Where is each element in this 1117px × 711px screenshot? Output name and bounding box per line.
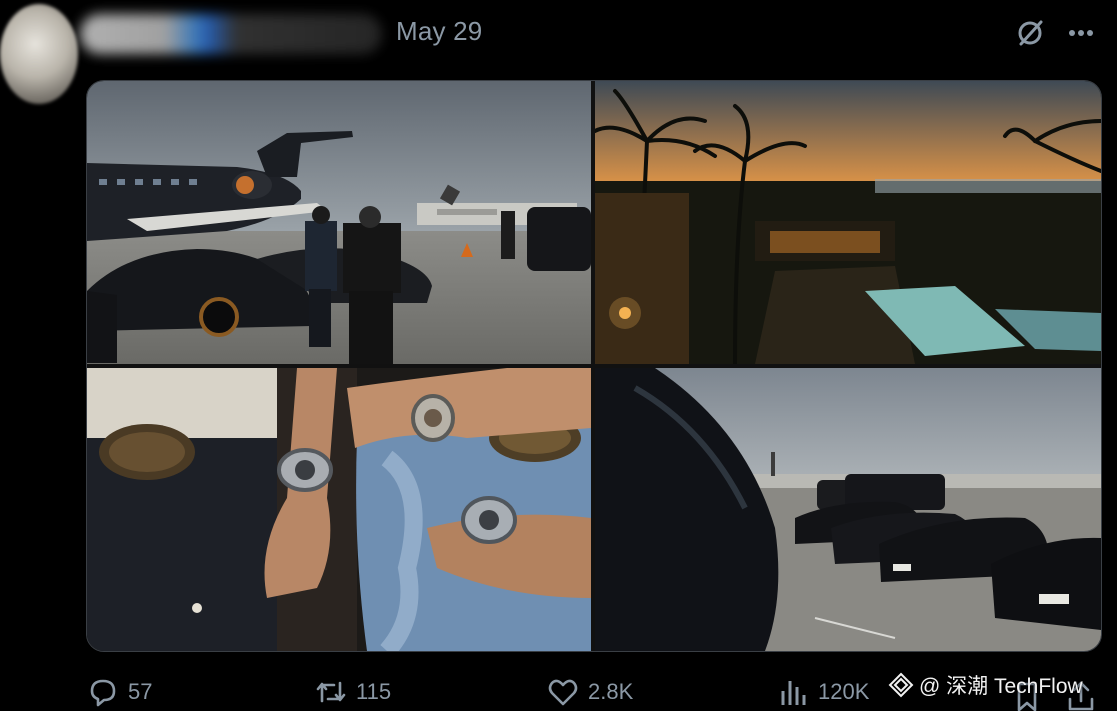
media-grid bbox=[86, 80, 1102, 652]
reply-button[interactable]: 57 bbox=[86, 672, 152, 711]
like-button[interactable]: 2.8K bbox=[546, 672, 633, 711]
views-count: 120K bbox=[818, 679, 870, 704]
repost-button[interactable]: 115 bbox=[314, 672, 391, 711]
avatar[interactable] bbox=[0, 4, 78, 104]
reply-count: 57 bbox=[128, 679, 153, 704]
tweet-card: May 29 57 115 2.8K 120K @ 深潮 TechFlow bbox=[0, 0, 1117, 711]
grok-icon[interactable] bbox=[1014, 17, 1046, 49]
photo-black-cars[interactable] bbox=[595, 368, 1101, 651]
photo-watches-belts[interactable] bbox=[87, 368, 591, 651]
photo-jet-supercars[interactable] bbox=[87, 81, 591, 364]
watermark: @ 深潮 TechFlow bbox=[888, 670, 1083, 700]
views-icon bbox=[781, 681, 806, 705]
like-icon bbox=[548, 679, 578, 706]
watermark-text: @ 深潮 TechFlow bbox=[919, 675, 1083, 698]
repost-count: 115 bbox=[356, 679, 392, 704]
blurred-username[interactable] bbox=[80, 14, 382, 54]
watermark-logo-icon bbox=[888, 672, 914, 698]
more-icon[interactable] bbox=[1064, 17, 1098, 49]
post-date[interactable]: May 29 bbox=[396, 16, 482, 47]
views-button[interactable]: 120K bbox=[776, 672, 869, 711]
retweet-icon bbox=[316, 681, 346, 703]
reply-icon bbox=[90, 679, 116, 707]
photo-sunset-villa[interactable] bbox=[595, 81, 1101, 364]
like-count: 2.8K bbox=[588, 679, 634, 704]
